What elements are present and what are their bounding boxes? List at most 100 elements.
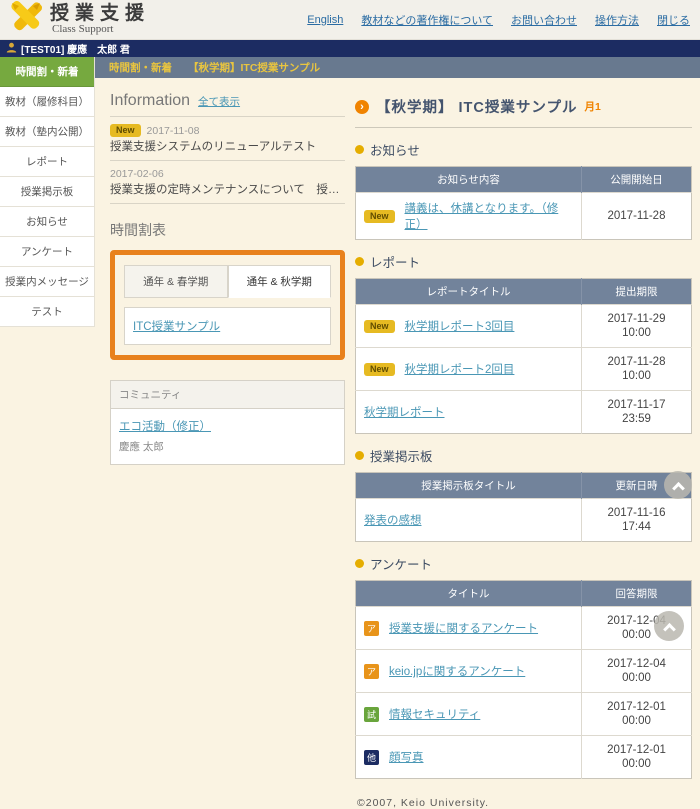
report-due-date: 2017-11-29 xyxy=(590,312,683,326)
sidebar-item-materials-registered[interactable]: 教材（履修科目） xyxy=(0,87,94,117)
information-item: New 2017-11-08 授業支援システムのリニューアルテスト xyxy=(110,117,345,161)
community-item: エコ活動（修正） 慶應 太郎 xyxy=(111,409,344,464)
information-date: 2017-11-08 xyxy=(147,125,200,137)
board-link[interactable]: 発表の感想 xyxy=(364,512,422,528)
report-link[interactable]: 秋学期レポート xyxy=(364,404,445,420)
reports-table: レポートタイトル 提出期限 New 秋学期レポート3回目 2017-11-29 … xyxy=(355,278,692,434)
survey-due-date: 2017-12-04 xyxy=(590,657,683,671)
divider xyxy=(355,127,692,128)
bullet-icon xyxy=(355,559,364,568)
copyright: ©2007, Keio University. xyxy=(357,797,692,809)
app-logo: 授業支援 Class Support xyxy=(8,1,150,38)
information-show-all-link[interactable]: 全て表示 xyxy=(198,94,240,109)
announcement-link[interactable]: 講義は、休講となります。（修正） xyxy=(405,200,573,232)
sidebar-item-surveys[interactable]: アンケート xyxy=(0,237,94,267)
column-header: レポートタイトル xyxy=(356,279,582,305)
survey-link[interactable]: 授業支援に関するアンケート xyxy=(389,620,538,636)
table-row: ア keio.jpに関するアンケート 2017-12-04 00:00 xyxy=(356,650,692,693)
section-surveys-title: アンケート xyxy=(370,554,432,573)
information-text[interactable]: 授業支援の定時メンテナンスについて 授業支援では、毎日… xyxy=(110,183,345,197)
link-close[interactable]: 閉じる xyxy=(657,12,690,28)
survey-link[interactable]: 情報セキュリティ xyxy=(389,706,480,722)
information-text[interactable]: 授業支援システムのリニューアルテスト xyxy=(110,140,345,154)
report-due-date: 2017-11-28 xyxy=(590,355,683,369)
survey-link[interactable]: 顔写真 xyxy=(389,749,424,765)
surveys-table: タイトル 回答期限 ア 授業支援に関するアンケート 2017-12-04 00:… xyxy=(355,580,692,779)
survey-link[interactable]: keio.jpに関するアンケート xyxy=(389,663,525,679)
sidebar: 時間割・新着 教材（履修科目） 教材（塾内公開） レポート 授業掲示板 お知らせ… xyxy=(0,57,95,327)
scroll-top-button[interactable] xyxy=(664,471,692,499)
breadcrumb-item-course[interactable]: 【秋学期】ITC授業サンプル xyxy=(188,60,320,75)
course-title: 【秋学期】 ITC授業サンプル xyxy=(376,96,577,117)
link-copyright-info[interactable]: 教材などの著作権について xyxy=(361,12,493,28)
report-due-time: 10:00 xyxy=(590,326,683,340)
sidebar-item-tests[interactable]: テスト xyxy=(0,297,94,327)
course-period: 月1 xyxy=(584,99,600,114)
new-badge: New xyxy=(364,363,395,376)
chevron-up-icon xyxy=(663,622,676,635)
user-icon xyxy=(6,42,17,56)
survey-type-icon: ア xyxy=(364,664,379,679)
column-header: 提出期限 xyxy=(582,279,692,305)
breadcrumb: 時間割・新着 【秋学期】ITC授業サンプル xyxy=(95,57,700,78)
section-reports-title: レポート xyxy=(370,252,420,271)
sidebar-item-materials-public[interactable]: 教材（塾内公開） xyxy=(0,117,94,147)
table-row: ア 授業支援に関するアンケート 2017-12-04 00:00 xyxy=(356,607,692,650)
link-how-to-use[interactable]: 操作方法 xyxy=(595,12,639,28)
column-header: タイトル xyxy=(356,581,582,607)
survey-due-time: 00:00 xyxy=(590,757,683,771)
survey-due-date: 2017-12-01 xyxy=(590,743,683,757)
information-date: 2017-02-06 xyxy=(110,168,164,180)
top-nav: English 教材などの著作権について お問い合わせ 操作方法 閉じる xyxy=(307,12,690,28)
survey-type-icon: ア xyxy=(364,621,379,636)
community-box: コミュニティ エコ活動（修正） 慶應 太郎 xyxy=(110,380,345,465)
report-link[interactable]: 秋学期レポート2回目 xyxy=(405,361,515,377)
sidebar-item-announcements[interactable]: お知らせ xyxy=(0,207,94,237)
timetable-title: 時間割表 xyxy=(110,220,345,240)
table-row: 他 顔写真 2017-12-01 00:00 xyxy=(356,736,692,779)
announcement-date: 2017-11-28 xyxy=(582,193,692,240)
sidebar-item-class-messages[interactable]: 授業内メッセージ xyxy=(0,267,94,297)
table-row: 発表の感想 2017-11-16 17:44 xyxy=(356,499,692,542)
breadcrumb-item-timetable[interactable]: 時間割・新着 xyxy=(109,60,172,75)
tab-fall-semester[interactable]: 通年 & 秋学期 xyxy=(228,265,332,298)
new-badge: New xyxy=(110,124,141,137)
report-due-time: 10:00 xyxy=(590,369,683,383)
chevron-right-icon: › xyxy=(355,100,369,114)
table-row: New 講義は、休講となります。（修正） 2017-11-28 xyxy=(356,193,692,240)
report-link[interactable]: 秋学期レポート3回目 xyxy=(405,318,515,334)
app-title: 授業支援 xyxy=(50,4,150,24)
scroll-top-button[interactable] xyxy=(654,611,684,641)
sidebar-item-class-board[interactable]: 授業掲示板 xyxy=(0,177,94,207)
survey-due-time: 00:00 xyxy=(590,671,683,685)
table-row: 試 情報セキュリティ 2017-12-01 00:00 xyxy=(356,693,692,736)
bullet-icon xyxy=(355,145,364,154)
board-table: 授業掲示板タイトル 更新日時 発表の感想 2017-11-16 17:44 xyxy=(355,472,692,542)
board-updated-date: 2017-11-16 xyxy=(590,506,683,520)
orange-highlight-box: 通年 & 春学期 通年 & 秋学期 ITC授業サンプル xyxy=(110,250,345,360)
column-header: お知らせ内容 xyxy=(356,167,582,193)
app-subtitle: Class Support xyxy=(50,24,150,35)
information-item: 2017-02-06 授業支援の定時メンテナンスについて 授業支援では、毎日… xyxy=(110,161,345,204)
community-link[interactable]: エコ活動（修正） xyxy=(119,421,211,433)
other-type-icon: 他 xyxy=(364,750,379,765)
tab-spring-semester[interactable]: 通年 & 春学期 xyxy=(124,265,228,298)
sidebar-item-reports[interactable]: レポート xyxy=(0,147,94,177)
report-due-date: 2017-11-17 xyxy=(590,398,683,412)
link-contact[interactable]: お問い合わせ xyxy=(511,12,577,28)
table-row: New 秋学期レポート2回目 2017-11-28 10:00 xyxy=(356,348,692,391)
timetable-course-link[interactable]: ITC授業サンプル xyxy=(133,321,220,333)
announcements-table: お知らせ内容 公開開始日 New 講義は、休講となります。（修正） 2017-1… xyxy=(355,166,692,240)
semester-tabs: 通年 & 春学期 通年 & 秋学期 xyxy=(124,265,331,298)
information-title: Information xyxy=(110,92,190,110)
table-row: 秋学期レポート 2017-11-17 23:59 xyxy=(356,391,692,434)
test-type-icon: 試 xyxy=(364,707,379,722)
survey-due-date: 2017-12-01 xyxy=(590,700,683,714)
column-header: 授業掲示板タイトル xyxy=(356,473,582,499)
sidebar-item-timetable-new[interactable]: 時間割・新着 xyxy=(0,57,94,87)
link-english[interactable]: English xyxy=(307,14,343,26)
column-header: 回答期限 xyxy=(582,581,692,607)
crossed-pencils-logo-icon xyxy=(8,1,44,38)
board-updated-time: 17:44 xyxy=(590,520,683,534)
bullet-icon xyxy=(355,257,364,266)
